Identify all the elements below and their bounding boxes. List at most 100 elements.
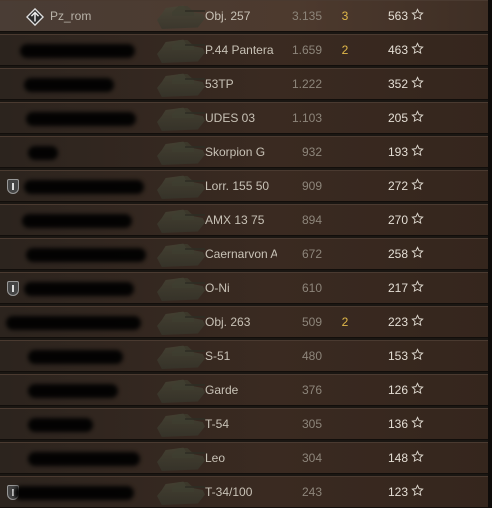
table-row[interactable]: O-Ni 610 217 bbox=[0, 272, 492, 304]
table-row[interactable]: Lorr. 155 50 909 272 bbox=[0, 170, 492, 202]
damage-value: 480 bbox=[301, 349, 322, 363]
star-icon bbox=[411, 314, 424, 327]
xp-value: 193 bbox=[387, 145, 408, 159]
table-row[interactable]: Leo 304 148 bbox=[0, 442, 492, 474]
damage-value: 509 bbox=[301, 315, 322, 329]
table-row[interactable]: Garde 376 126 bbox=[0, 374, 492, 406]
star-icon bbox=[411, 450, 424, 463]
star-icon bbox=[411, 212, 424, 225]
clan-badge-icon bbox=[7, 281, 19, 296]
damage-value: 243 bbox=[301, 485, 322, 499]
table-row[interactable]: UDES 03 1.103 205 bbox=[0, 102, 492, 134]
vehicle-name: T-34/100 bbox=[205, 485, 253, 499]
damage-value: 3.135 bbox=[291, 9, 322, 23]
xp-value: 123 bbox=[387, 485, 408, 499]
tank-gun-shape bbox=[185, 384, 205, 386]
tank-gun-shape bbox=[185, 78, 205, 80]
tank-gun-shape bbox=[185, 418, 205, 420]
damage-value: 909 bbox=[301, 179, 322, 193]
table-row[interactable]: AMX 13 75 894 270 bbox=[0, 204, 492, 236]
table-row[interactable]: Caernarvon A 672 258 bbox=[0, 238, 492, 270]
table-row[interactable]: 53TP 1.222 352 bbox=[0, 68, 492, 100]
redacted-player-name bbox=[22, 214, 132, 228]
tank-gun-shape bbox=[185, 44, 205, 46]
table-row[interactable]: Obj. 263 509 2 223 bbox=[0, 306, 492, 338]
xp-value: 272 bbox=[387, 179, 408, 193]
star-icon bbox=[411, 246, 424, 259]
star-icon bbox=[411, 110, 424, 123]
vehicle-name: Caernarvon A bbox=[205, 247, 277, 261]
redacted-player-name bbox=[26, 248, 146, 262]
xp-value: 136 bbox=[387, 417, 408, 431]
tank-gun-shape bbox=[185, 282, 205, 284]
vehicle-name: Obj. 263 bbox=[205, 315, 251, 329]
redacted-player-name bbox=[28, 350, 123, 364]
xp-value: 563 bbox=[387, 9, 408, 23]
table-row[interactable]: Pz_rom Obj. 257 3.135 3 563 bbox=[0, 0, 492, 32]
xp-value: 270 bbox=[387, 213, 408, 227]
damage-value: 1.103 bbox=[291, 111, 322, 125]
xp-value: 258 bbox=[387, 247, 408, 261]
vehicle-name: Leo bbox=[205, 451, 226, 465]
xp-value: 352 bbox=[387, 77, 408, 91]
damage-value: 672 bbox=[301, 247, 322, 261]
redacted-player-name bbox=[20, 44, 135, 58]
kills-value: 3 bbox=[341, 9, 349, 23]
player-name: Pz_rom bbox=[50, 9, 92, 23]
rank-icon bbox=[25, 7, 45, 27]
tank-gun-shape bbox=[185, 180, 205, 182]
redacted-player-name bbox=[24, 282, 134, 296]
vehicle-name: Garde bbox=[205, 383, 239, 397]
damage-value: 1.659 bbox=[291, 43, 322, 57]
tank-gun-shape bbox=[185, 486, 205, 488]
damage-value: 376 bbox=[301, 383, 322, 397]
table-row[interactable]: P.44 Pantera 1.659 2 463 bbox=[0, 34, 492, 66]
star-icon bbox=[411, 144, 424, 157]
vehicle-name: S-51 bbox=[205, 349, 231, 363]
vehicle-name: Obj. 257 bbox=[205, 9, 251, 23]
tank-gun-shape bbox=[185, 146, 205, 148]
xp-value: 223 bbox=[387, 315, 408, 329]
vehicle-name: 53TP bbox=[205, 77, 234, 91]
star-icon bbox=[411, 348, 424, 361]
damage-value: 932 bbox=[301, 145, 322, 159]
damage-value: 304 bbox=[301, 451, 322, 465]
kills-value: 2 bbox=[341, 43, 349, 57]
xp-value: 126 bbox=[387, 383, 408, 397]
damage-value: 610 bbox=[301, 281, 322, 295]
vehicle-name: AMX 13 75 bbox=[205, 213, 265, 227]
redacted-player-name bbox=[28, 418, 93, 432]
damage-value: 894 bbox=[301, 213, 322, 227]
tank-gun-shape bbox=[185, 452, 205, 454]
star-icon bbox=[411, 8, 424, 21]
kills-value: 2 bbox=[341, 315, 349, 329]
table-row[interactable]: S-51 480 153 bbox=[0, 340, 492, 372]
redacted-player-name bbox=[26, 112, 136, 126]
damage-value: 1.222 bbox=[291, 77, 322, 91]
redacted-player-name bbox=[24, 180, 144, 194]
vehicle-name: Skorpion G bbox=[205, 145, 266, 159]
tank-gun-shape bbox=[185, 350, 205, 352]
tank-gun-shape bbox=[185, 10, 205, 12]
xp-value: 205 bbox=[387, 111, 408, 125]
damage-value: 305 bbox=[301, 417, 322, 431]
redacted-player-name bbox=[28, 146, 58, 160]
tank-gun-shape bbox=[185, 214, 205, 216]
xp-value: 148 bbox=[387, 451, 408, 465]
table-row[interactable]: T-34/100 243 123 bbox=[0, 476, 492, 508]
battle-results-table: Pz_rom Obj. 257 3.135 3 563 P.44 Pantera 1.659… bbox=[0, 0, 492, 508]
table-row[interactable]: Skorpion G 932 193 bbox=[0, 136, 492, 168]
xp-value: 463 bbox=[387, 43, 408, 57]
table-row[interactable]: T-54 305 136 bbox=[0, 408, 492, 440]
redacted-player-name bbox=[6, 316, 141, 330]
scrollbar[interactable] bbox=[488, 0, 492, 508]
star-icon bbox=[411, 76, 424, 89]
redacted-player-name bbox=[24, 78, 114, 92]
vehicle-name: Lorr. 155 50 bbox=[205, 179, 270, 193]
tank-gun-shape bbox=[185, 316, 205, 318]
star-icon bbox=[411, 42, 424, 55]
star-icon bbox=[411, 178, 424, 191]
star-icon bbox=[411, 280, 424, 293]
star-icon bbox=[411, 416, 424, 429]
tank-gun-shape bbox=[185, 248, 205, 250]
